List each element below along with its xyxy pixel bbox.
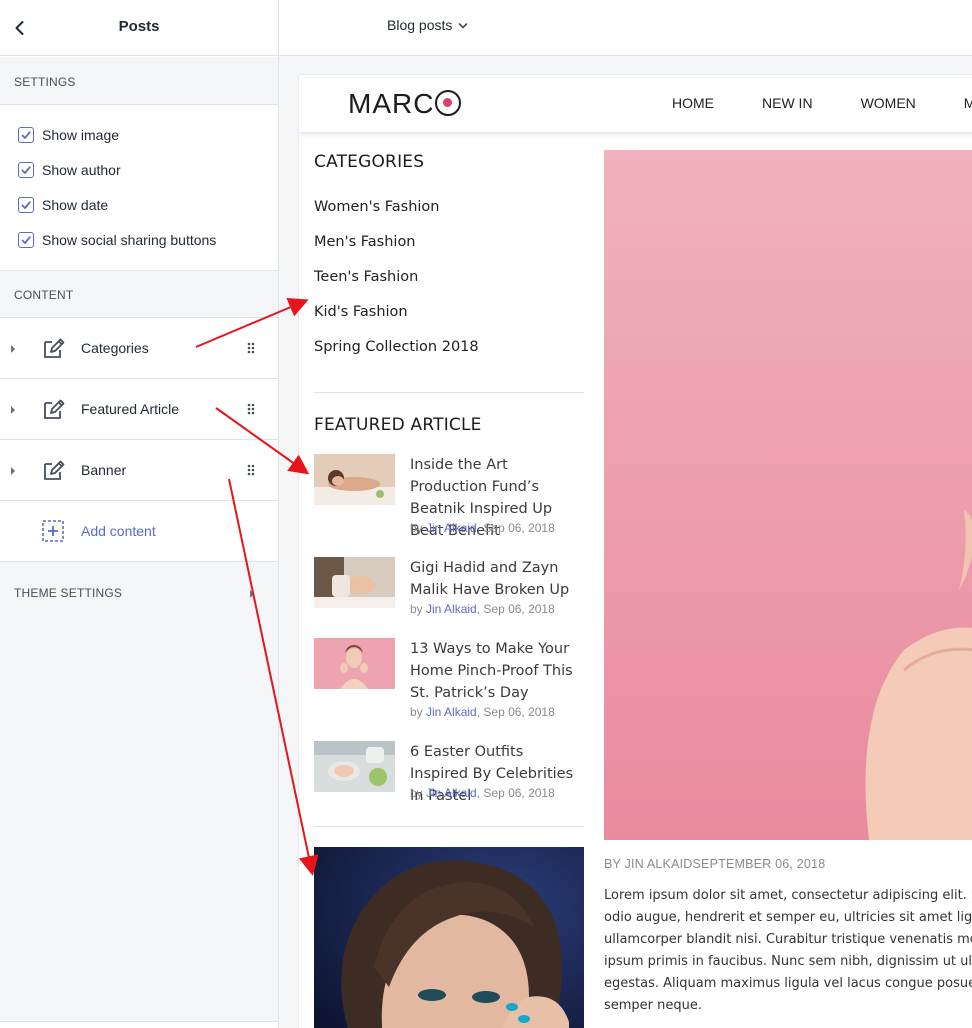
sidebar-empty-area (0, 624, 278, 1022)
expand-caret-icon[interactable] (9, 464, 17, 476)
content-item-label: Categories (81, 340, 149, 356)
expand-caret-icon[interactable] (9, 342, 17, 354)
post-body: Lorem ipsum dolor sit amet, consectetur … (604, 888, 972, 1013)
article-meta: by Jin Alkaid, Sep 06, 2018 (410, 786, 555, 800)
theme-settings-label: THEME SETTINGS (14, 586, 123, 600)
theme-settings-row[interactable]: THEME SETTINGS (0, 562, 278, 624)
drag-handle-icon[interactable] (246, 402, 256, 416)
show-social-sharing-checkbox[interactable]: Show social sharing buttons (18, 230, 216, 250)
sidebar-header: Posts (0, 0, 278, 56)
editor-sidebar: Posts SETTINGS Show image Show author Sh… (0, 0, 279, 1028)
preview-topbar: Blog posts (279, 0, 972, 56)
content-section-header: CONTENT (0, 270, 278, 318)
store-preview: MARC HOME NEW IN WOMEN M CATEGORIES Wome… (299, 75, 972, 1028)
store-logo[interactable]: MARC (348, 88, 462, 120)
content-item-categories[interactable]: Categories (0, 318, 278, 379)
meta-date: , Sep 06, 2018 (476, 705, 555, 719)
settings-section-header: SETTINGS (0, 57, 278, 105)
article-thumbnail[interactable] (314, 741, 395, 792)
checkbox-checked-icon[interactable] (18, 197, 34, 213)
featured-article-heading: FEATURED ARTICLE (314, 415, 482, 435)
checkbox-label: Show image (42, 127, 120, 143)
category-link[interactable]: Kid's Fashion (314, 304, 408, 320)
show-image-checkbox[interactable]: Show image (18, 125, 119, 145)
featured-article-item: 6 Easter Outfits Inspired By Celebrities… (314, 741, 584, 804)
store-header: MARC HOME NEW IN WOMEN M (299, 75, 972, 132)
drag-handle-icon[interactable] (246, 463, 256, 477)
content-item-label: Banner (81, 462, 127, 478)
meta-date: , Sep 06, 2018 (476, 786, 555, 800)
banner-image[interactable] (314, 847, 584, 1028)
chevron-right-icon (248, 587, 256, 605)
content-item-label: Featured Article (81, 401, 180, 417)
article-title-link[interactable]: Gigi Hadid and Zayn Malik Have Broken Up (410, 557, 584, 601)
meta-date: , Sep 06, 2018 (476, 521, 555, 535)
add-content-button[interactable]: Add content (0, 500, 278, 562)
meta-by: by (410, 521, 427, 535)
nav-item-women[interactable]: WOMEN (861, 95, 916, 111)
content-item-banner[interactable]: Banner (0, 440, 278, 501)
category-link[interactable]: Men's Fashion (314, 234, 416, 250)
featured-article-item: 13 Ways to Make Your Home Pinch-Proof Th… (314, 638, 584, 719)
nav-item-m[interactable]: M (964, 95, 972, 111)
category-link[interactable]: Spring Collection 2018 (314, 339, 479, 355)
nav-item-home[interactable]: HOME (672, 95, 714, 111)
show-date-checkbox[interactable]: Show date (18, 195, 108, 215)
page-type-select[interactable]: Blog posts (387, 17, 468, 33)
article-thumbnail[interactable] (314, 454, 395, 505)
preview-canvas: MARC HOME NEW IN WOMEN M CATEGORIES Wome… (279, 56, 972, 1028)
checkbox-label: Show date (42, 197, 109, 213)
divider (314, 826, 584, 827)
drag-handle-icon[interactable] (246, 341, 256, 355)
author-link[interactable]: Jin Alkaid (426, 705, 477, 719)
edit-pencil-icon (41, 398, 65, 422)
sidebar-title: Posts (118, 18, 160, 35)
meta-by: by (410, 602, 427, 616)
article-thumbnail[interactable] (314, 638, 395, 689)
content-label: CONTENT (14, 288, 74, 302)
author-link[interactable]: Jin Alkaid (426, 786, 477, 800)
category-link[interactable]: Women's Fashion (314, 199, 439, 215)
nav-item-new-in[interactable]: NEW IN (762, 95, 813, 111)
article-title-link[interactable]: 13 Ways to Make Your Home Pinch-Proof Th… (410, 638, 584, 704)
checkbox-checked-icon[interactable] (18, 162, 34, 178)
add-content-label: Add content (81, 523, 156, 539)
checkbox-label: Show social sharing buttons (42, 232, 217, 248)
logo-o-mark (435, 90, 462, 116)
expand-caret-icon[interactable] (9, 403, 17, 415)
meta-date: , Sep 06, 2018 (476, 602, 555, 616)
add-section-icon (41, 519, 65, 543)
categories-heading: CATEGORIES (314, 152, 425, 172)
meta-by: by (410, 786, 427, 800)
settings-label: SETTINGS (14, 75, 76, 89)
category-link[interactable]: Teen's Fashion (314, 269, 418, 285)
article-thumbnail[interactable] (314, 557, 395, 608)
logo-text: MARC (348, 88, 435, 119)
featured-article-item: Inside the Art Production Fund’s Beatnik… (314, 454, 584, 539)
author-link[interactable]: Jin Alkaid (426, 602, 477, 616)
main-nav: HOME NEW IN WOMEN M (672, 95, 972, 111)
meta-by: by (410, 705, 427, 719)
article-meta: by Jin Alkaid, Sep 06, 2018 (410, 602, 555, 616)
show-author-checkbox[interactable]: Show author (18, 160, 121, 180)
content-item-featured-article[interactable]: Featured Article (0, 379, 278, 440)
featured-article-item: Gigi Hadid and Zayn Malik Have Broken Up… (314, 557, 584, 617)
checkbox-checked-icon[interactable] (18, 232, 34, 248)
article-meta: by Jin Alkaid, Sep 06, 2018 (410, 521, 555, 535)
page-type-value: Blog posts (387, 17, 453, 33)
edit-pencil-icon (41, 459, 65, 483)
article-meta: by Jin Alkaid, Sep 06, 2018 (410, 705, 555, 719)
divider (314, 392, 584, 393)
post-hero-image (604, 150, 972, 840)
post-meta: BY JIN ALKAIDSEPTEMBER 06, 2018 (604, 857, 826, 871)
author-link[interactable]: Jin Alkaid (426, 521, 477, 535)
checkbox-checked-icon[interactable] (18, 127, 34, 143)
checkbox-label: Show author (42, 162, 121, 178)
edit-pencil-icon (41, 337, 65, 361)
chevron-down-icon (452, 17, 468, 33)
